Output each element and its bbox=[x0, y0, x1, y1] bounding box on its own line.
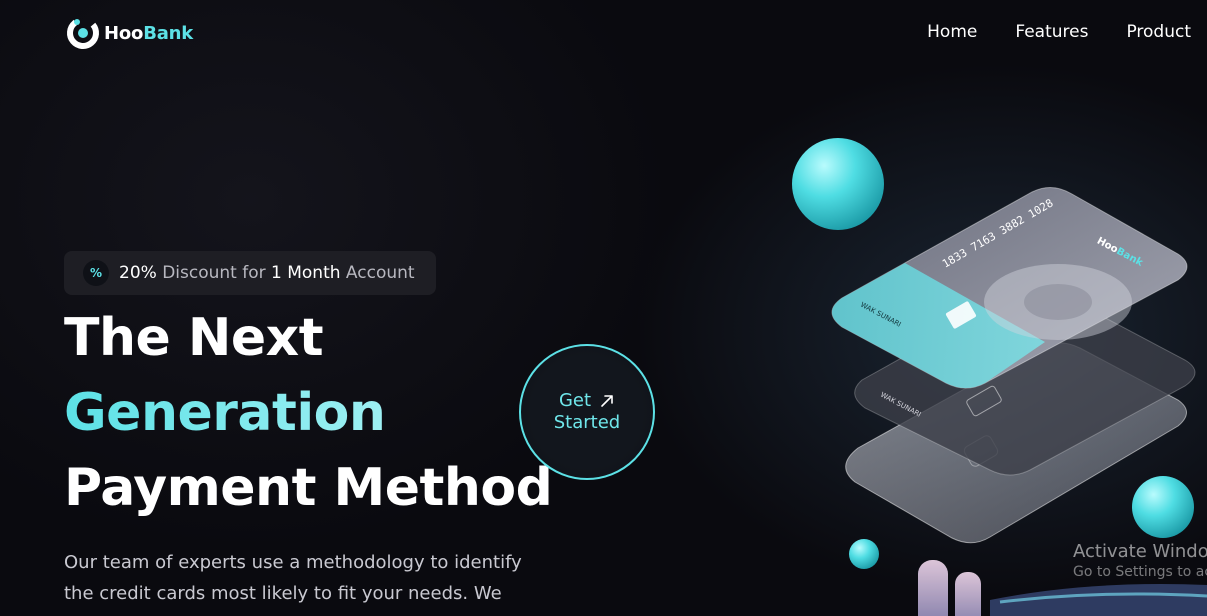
discount-text-1: Discount for bbox=[156, 263, 272, 283]
arrow-up-right-icon bbox=[601, 395, 613, 407]
get-started-button[interactable]: Get Started bbox=[519, 344, 655, 480]
discount-text-2: Account bbox=[340, 263, 415, 283]
brand-name-part1: Hoo bbox=[104, 22, 144, 44]
sphere-small bbox=[849, 539, 879, 569]
discount-badge: % 20% Discount for 1 Month Account bbox=[64, 251, 436, 295]
activate-title: Activate Windo bbox=[1073, 541, 1207, 562]
nav-item-product[interactable]: Product bbox=[1126, 22, 1191, 42]
sphere-top bbox=[792, 138, 884, 230]
nav-item-home[interactable]: Home bbox=[927, 22, 977, 42]
nav-item-features[interactable]: Features bbox=[1015, 22, 1088, 42]
headline-line-2: Generation bbox=[64, 383, 386, 443]
get-started-row: Get bbox=[559, 390, 615, 412]
sphere-right bbox=[1132, 476, 1194, 538]
headline-line-3: Payment Method bbox=[64, 458, 553, 518]
brand-name-part2: Bank bbox=[143, 22, 194, 44]
logo[interactable]: HooBank bbox=[66, 16, 193, 50]
main-nav: Home Features Product bbox=[927, 22, 1191, 42]
brand-name: HooBank bbox=[104, 23, 193, 44]
discount-percent: 20% bbox=[119, 263, 157, 283]
activate-subtitle: Go to Settings to act bbox=[1073, 564, 1207, 580]
discount-duration: 1 Month bbox=[271, 263, 341, 283]
activate-windows-watermark: Activate Windo Go to Settings to act bbox=[1073, 541, 1207, 580]
hoobank-logo-icon bbox=[67, 17, 99, 49]
get-started-label-2: Started bbox=[553, 412, 621, 433]
discount-text: 20% Discount for 1 Month Account bbox=[119, 263, 415, 283]
hero-description: Our team of experts use a methodology to… bbox=[64, 552, 522, 604]
get-started-label-1: Get bbox=[558, 390, 592, 411]
headline-line-1: The Next bbox=[64, 308, 324, 368]
percent-icon: % bbox=[83, 260, 109, 286]
